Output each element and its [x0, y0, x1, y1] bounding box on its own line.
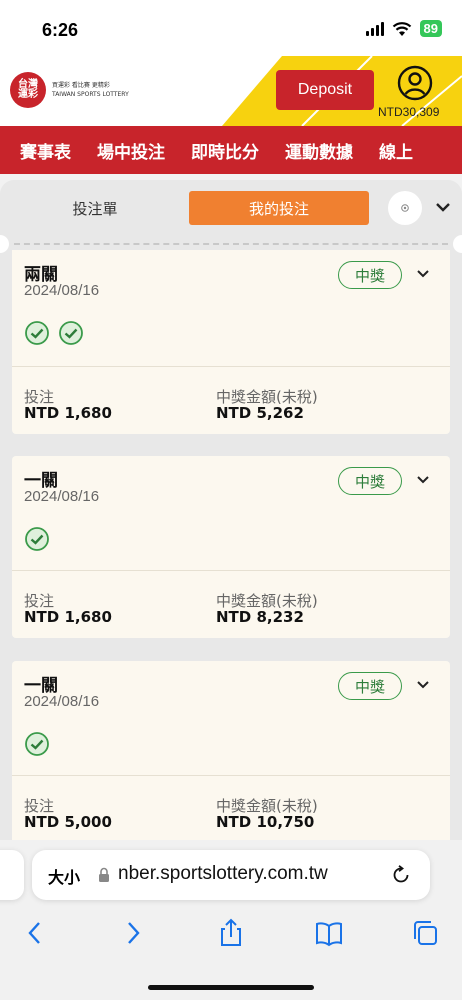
bet-card[interactable]: 一關 2024/08/16 中獎 投注 NTD 1,680 中獎金額(未稅) N… — [12, 456, 450, 638]
payout-value: NTD 8,232 — [216, 608, 304, 626]
signal-icon — [365, 21, 384, 36]
divider — [12, 775, 450, 776]
bet-panel: 投注單 我的投注 兩關 2024/08/16 中獎 投注 NTD 1,680 中… — [0, 180, 462, 840]
check-circle-icon — [59, 321, 83, 345]
forward-icon[interactable] — [118, 918, 148, 948]
previous-tab-preview[interactable] — [0, 850, 24, 900]
tab-my-bets[interactable]: 我的投注 — [189, 191, 369, 225]
share-icon[interactable] — [216, 918, 246, 948]
account-balance: NTD30,309 — [378, 105, 440, 119]
stake-value: NTD 1,680 — [24, 608, 112, 626]
check-circle-icon — [25, 321, 49, 345]
leg-results — [24, 731, 50, 757]
status-badge: 中獎 — [338, 672, 402, 700]
url-text: nber.sportslottery.com.tw — [118, 863, 328, 884]
leg-results — [24, 526, 50, 552]
payout-value: NTD 10,750 — [216, 813, 315, 831]
bet-date: 2024/08/16 — [24, 488, 100, 505]
bet-card[interactable]: 兩關 2024/08/16 中獎 投注 NTD 1,680 中獎金額(未稅) N… — [12, 250, 450, 434]
gear-icon — [401, 204, 409, 212]
divider — [12, 366, 450, 367]
text-size-button[interactable]: 大小 — [48, 864, 80, 888]
logo-tagline: 買運彩 看比賽 更精彩 TAIWAN SPORTS LOTTERY — [52, 82, 129, 98]
nav-item-sports-data[interactable]: 運動數據 — [285, 138, 353, 163]
browser-toolbar: 大小 nber.sportslottery.com.tw — [0, 840, 462, 1000]
deposit-button[interactable]: Deposit — [276, 70, 374, 110]
bet-card[interactable]: 一關 2024/08/16 中獎 投注 NTD 5,000 中獎金額(未稅) N… — [12, 661, 450, 840]
dashed-divider — [14, 243, 448, 245]
nav-item-online[interactable]: 線上 — [379, 138, 413, 163]
battery-indicator: 89 — [419, 20, 442, 37]
site-logo[interactable]: 台灣 運彩 — [10, 72, 46, 108]
address-bar[interactable]: 大小 nber.sportslottery.com.tw — [32, 850, 430, 900]
stake-value: NTD 5,000 — [24, 813, 112, 831]
home-indicator — [148, 985, 314, 990]
nav-item-live-scores[interactable]: 即時比分 — [191, 138, 259, 163]
tabs-icon[interactable] — [410, 918, 440, 948]
check-circle-icon — [25, 527, 49, 551]
chevron-down-icon[interactable] — [432, 196, 454, 218]
settings-button[interactable] — [388, 191, 422, 225]
status-badge: 中獎 — [338, 467, 402, 495]
lock-icon — [99, 867, 109, 882]
status-badge: 中獎 — [338, 261, 402, 289]
chevron-down-icon[interactable] — [415, 266, 431, 282]
user-account-icon[interactable] — [397, 65, 433, 101]
payout-value: NTD 5,262 — [216, 404, 304, 422]
bet-date: 2024/08/16 — [24, 693, 100, 710]
site-header: 台灣 運彩 買運彩 看比賽 更精彩 TAIWAN SPORTS LOTTERY … — [0, 56, 462, 126]
status-time: 6:26 — [42, 20, 79, 40]
back-icon[interactable] — [20, 918, 50, 948]
bet-date: 2024/08/16 — [24, 282, 100, 299]
wifi-icon — [392, 21, 411, 36]
nav-item-schedule[interactable]: 賽事表 — [20, 138, 71, 163]
leg-results — [24, 320, 84, 346]
chevron-down-icon[interactable] — [415, 677, 431, 693]
bet-tabs: 投注單 我的投注 — [0, 180, 462, 238]
chevron-down-icon[interactable] — [415, 472, 431, 488]
bookmarks-icon[interactable] — [314, 918, 344, 948]
status-indicators: 89 — [365, 20, 442, 37]
reload-icon[interactable] — [390, 864, 412, 886]
divider — [12, 570, 450, 571]
tab-bet-slip[interactable]: 投注單 — [40, 191, 150, 225]
ticket-notch — [453, 235, 462, 253]
main-nav: 賽事表 場中投注 即時比分 運動數據 線上 — [0, 126, 462, 174]
status-bar: 6:26 89 — [0, 0, 462, 56]
stake-value: NTD 1,680 — [24, 404, 112, 422]
nav-item-live-betting[interactable]: 場中投注 — [97, 138, 165, 163]
check-circle-icon — [25, 732, 49, 756]
